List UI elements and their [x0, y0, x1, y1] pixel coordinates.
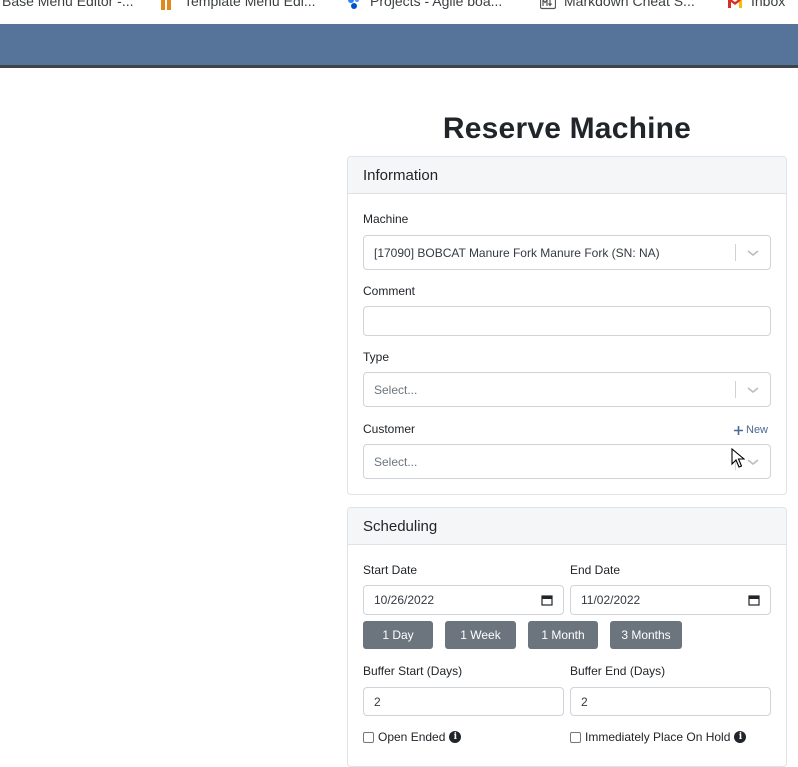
chevron-down-icon [747, 249, 759, 256]
bookmark-projects-agile-board[interactable]: Projects - Agile boa... [346, 0, 502, 9]
template-logo-icon [161, 0, 171, 10]
bookmark-base-menu-editor[interactable]: Base Menu Editor -... [2, 0, 134, 9]
buffer-start-input[interactable] [363, 687, 564, 716]
calendar-icon[interactable] [748, 594, 760, 606]
open-ended-label: Open Ended [378, 730, 446, 744]
type-select-placeholder: Select... [374, 382, 418, 397]
end-date-label: End Date [570, 563, 621, 577]
buffer-end-label: Buffer End (Days) [570, 664, 666, 678]
new-customer-link-label: New [746, 424, 769, 436]
information-card-header: Information [348, 157, 786, 194]
type-select[interactable]: Select... [363, 372, 771, 407]
comment-input[interactable] [363, 306, 771, 336]
three-months-button[interactable]: 3 Months [610, 621, 682, 649]
one-day-button[interactable]: 1 Day [363, 621, 433, 649]
mouse-cursor-icon [731, 448, 745, 468]
bookmark-label: Base Menu Editor -... [2, 0, 134, 9]
one-week-button[interactable]: 1 Week [445, 621, 516, 649]
customer-label: Customer [363, 422, 416, 436]
buffer-end-input[interactable] [570, 687, 771, 716]
scheduling-card-header: Scheduling [348, 508, 786, 545]
bookmark-label: Projects - Agile boa... [370, 0, 503, 9]
info-icon[interactable]: i [734, 731, 747, 743]
calendar-icon[interactable] [541, 594, 553, 606]
plus-icon [734, 425, 743, 435]
customer-select-placeholder: Select... [374, 454, 418, 469]
bookmark-label: Template Menu Edi... [184, 0, 316, 9]
chevron-down-icon [747, 458, 759, 465]
start-date-label: Start Date [363, 563, 418, 577]
chevron-down-icon [747, 386, 759, 393]
app-header-bar [0, 24, 798, 68]
markdown-icon [540, 0, 556, 10]
bookmark-label: Inbox [751, 0, 786, 9]
end-date-input[interactable]: 11/02/2022 [570, 585, 771, 615]
jira-icon [348, 0, 359, 9]
open-ended-row: Open Ended i [363, 730, 462, 744]
bookmark-label: Markdown Cheat S... [564, 0, 695, 9]
page-title: Reserve Machine [442, 112, 692, 145]
new-customer-link[interactable]: New [733, 424, 768, 436]
hold-row: Immediately Place On Hold i [570, 730, 747, 744]
type-label: Type [363, 350, 390, 364]
start-date-value: 10/26/2022 [374, 593, 435, 607]
gmail-icon [728, 0, 742, 8]
one-month-button[interactable]: 1 Month [528, 621, 598, 649]
open-ended-checkbox[interactable] [363, 731, 374, 743]
start-date-input[interactable]: 10/26/2022 [363, 585, 564, 615]
customer-select[interactable]: Select... [363, 444, 771, 479]
bookmark-inbox[interactable]: Inbox [727, 0, 785, 9]
immediately-hold-label: Immediately Place On Hold [585, 730, 731, 744]
bookmark-template-menu-editor[interactable]: Template Menu Edi... [160, 0, 316, 10]
end-date-value: 11/02/2022 [581, 593, 641, 607]
bookmark-markdown-cheat-sheet[interactable]: Markdown Cheat S... [540, 0, 695, 10]
machine-label: Machine [363, 212, 409, 226]
immediately-hold-checkbox[interactable] [570, 731, 581, 743]
machine-select-value: [17090] BOBCAT Manure Fork Manure Fork (… [374, 245, 660, 260]
info-icon[interactable]: i [449, 731, 462, 743]
bookmarks-bar: Base Menu Editor -... Template Menu Edi.… [0, 0, 798, 24]
comment-label: Comment [363, 284, 416, 298]
select-separator [735, 244, 736, 261]
select-separator [735, 381, 736, 398]
buffer-start-label: Buffer Start (Days) [363, 664, 463, 678]
machine-select[interactable]: [17090] BOBCAT Manure Fork Manure Fork (… [363, 235, 771, 270]
